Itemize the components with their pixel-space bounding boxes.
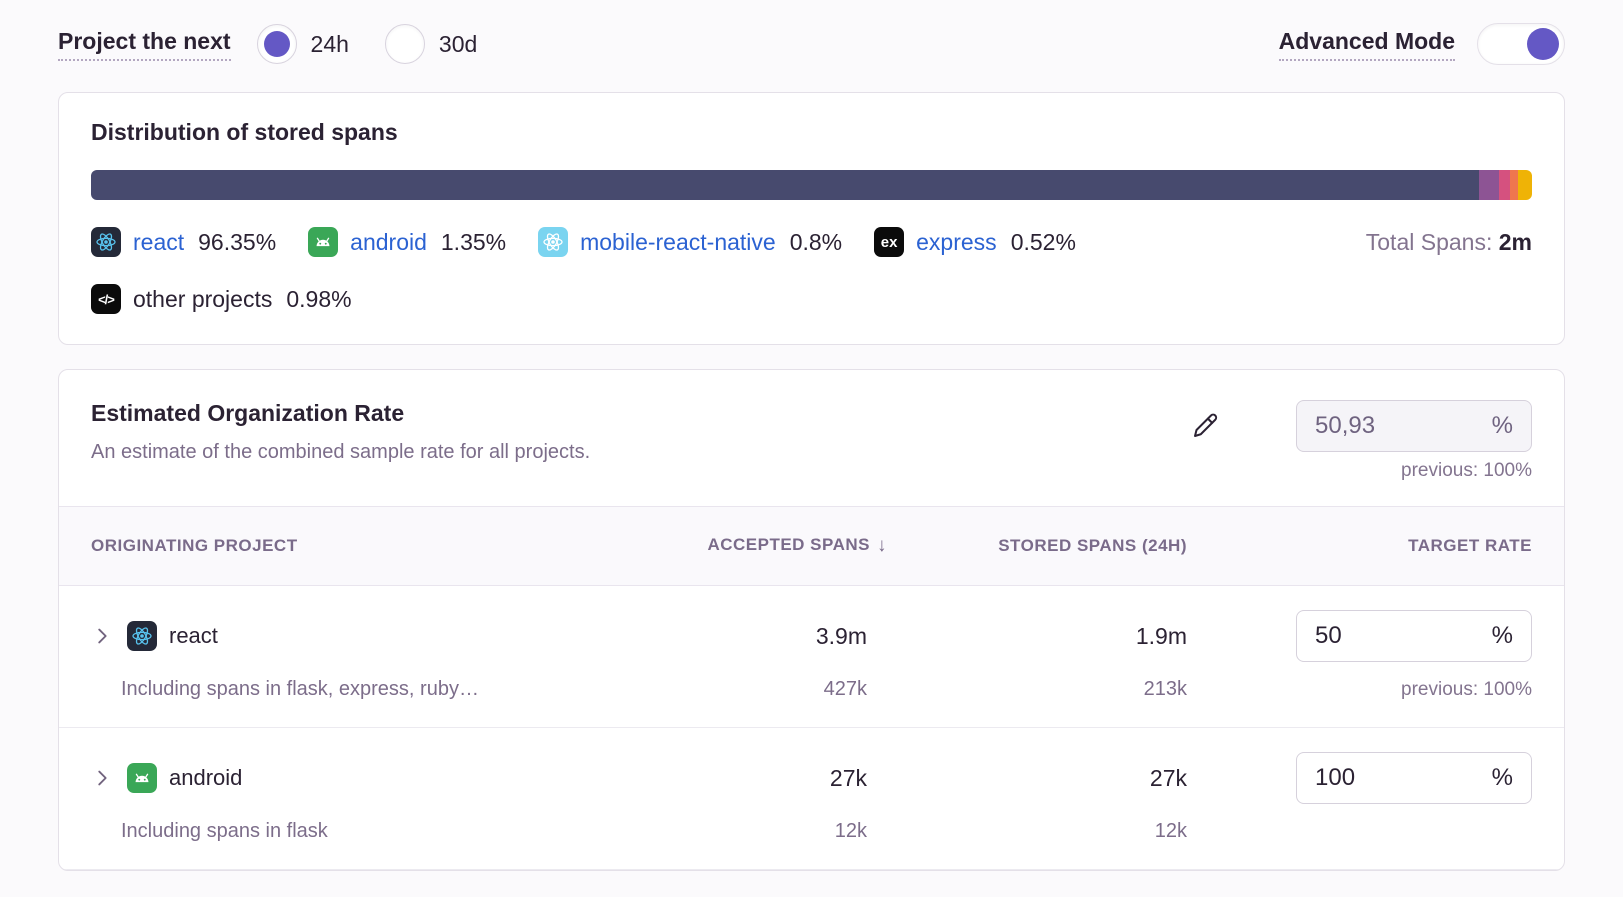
sort-descending-icon: ↓ xyxy=(877,535,887,557)
org-rate-controls: 50,93 % previous: 100% xyxy=(1190,400,1532,482)
sub-accepted-value: 12k xyxy=(637,820,887,843)
react-icon xyxy=(91,227,121,257)
projection-controls: Project the next 24h 30d Advanced Mode xyxy=(58,20,1565,68)
radio-selected-dot xyxy=(264,31,290,57)
legend-item-express: ex express 0.52% xyxy=(874,227,1076,257)
radio-option-30d[interactable]: 30d xyxy=(385,24,477,64)
org-rate-value: 50,93 xyxy=(1315,412,1375,440)
target-rate-input[interactable]: 50 % xyxy=(1296,610,1532,662)
radio-30d-label: 30d xyxy=(439,31,477,58)
bar-segment-mobile-react-native[interactable] xyxy=(1499,170,1511,200)
org-rate-text: Estimated Organization Rate An estimate … xyxy=(91,400,590,464)
project-name: react xyxy=(169,623,218,649)
legend-row-1: react 96.35% android 1.35% mobile-react-nati… xyxy=(91,227,1532,257)
sub-stored-value: 213k xyxy=(887,678,1187,701)
period-radio-group: 24h 30d xyxy=(257,24,478,64)
accepted-spans-value: 27k xyxy=(637,765,887,792)
react-native-icon xyxy=(538,227,568,257)
project-cell: android xyxy=(91,763,637,793)
column-header-label: ACCEPTED SPANS xyxy=(707,535,870,557)
advanced-mode-toggle[interactable] xyxy=(1477,23,1565,65)
android-icon xyxy=(308,227,338,257)
target-rate-value: 50 xyxy=(1315,622,1342,650)
bar-segment-react[interactable] xyxy=(91,170,1479,200)
stored-spans-value: 27k xyxy=(887,765,1187,792)
total-spans-value: 2m xyxy=(1499,229,1532,255)
chevron-right-icon[interactable] xyxy=(91,625,113,647)
legend-percentage: 0.52% xyxy=(1011,229,1076,256)
target-rate-value: 100 xyxy=(1315,764,1355,792)
radio-24h-circle[interactable] xyxy=(257,24,297,64)
column-header-target-rate: TARGET RATE xyxy=(1187,536,1532,556)
legend-item-android: android 1.35% xyxy=(308,227,506,257)
previous-rate-label: previous: 100% xyxy=(1187,679,1532,701)
toggle-knob xyxy=(1527,28,1559,60)
bar-segment-express[interactable] xyxy=(1510,170,1517,200)
radio-option-24h[interactable]: 24h xyxy=(257,24,349,64)
target-rate-input[interactable]: 100 % xyxy=(1296,752,1532,804)
legend-project-link[interactable]: mobile-react-native xyxy=(580,229,776,256)
code-icon: </> xyxy=(91,284,121,314)
included-spans-note: Including spans in flask xyxy=(91,820,637,843)
legend-item-react: react 96.35% xyxy=(91,227,276,257)
included-spans-note: Including spans in flask, express, ruby… xyxy=(91,678,637,701)
legend-project-link[interactable]: react xyxy=(133,229,184,256)
column-header-stored-spans: STORED SPANS (24H) xyxy=(887,536,1187,556)
bar-segment-android[interactable] xyxy=(1479,170,1498,200)
bar-segment-other-projects[interactable] xyxy=(1518,170,1532,200)
project-name: android xyxy=(169,765,242,791)
org-rate-input[interactable]: 50,93 % xyxy=(1296,400,1532,452)
column-header-accepted-spans[interactable]: ACCEPTED SPANS ↓ xyxy=(637,535,887,557)
legend-project-link[interactable]: android xyxy=(350,229,427,256)
advanced-mode-label: Advanced Mode xyxy=(1279,28,1455,61)
legend-percentage: 0.98% xyxy=(286,286,351,313)
sub-stored-value: 12k xyxy=(887,820,1187,843)
org-rate-title: Estimated Organization Rate xyxy=(91,400,590,427)
org-rate-header: Estimated Organization Rate An estimate … xyxy=(59,370,1564,506)
android-icon xyxy=(127,763,157,793)
percent-suffix: % xyxy=(1492,764,1513,792)
org-rate-card: Estimated Organization Rate An estimate … xyxy=(58,369,1565,871)
distribution-card: Distribution of stored spans react 96.35%… xyxy=(58,92,1565,345)
radio-30d-circle[interactable] xyxy=(385,24,425,64)
total-spans: Total Spans: 2m xyxy=(1366,229,1532,256)
project-cell: react xyxy=(91,621,637,651)
table-header-row: ORIGINATING PROJECT ACCEPTED SPANS ↓ STO… xyxy=(59,506,1564,586)
table-row-react: react 3.9m 1.9m 50 % Including spans in … xyxy=(59,586,1564,728)
legend-row-2: </> other projects 0.98% xyxy=(91,284,1532,314)
edit-pencil-icon[interactable] xyxy=(1190,411,1220,441)
org-rate-subtitle: An estimate of the combined sample rate … xyxy=(91,441,590,464)
legend-percentage: 96.35% xyxy=(198,229,276,256)
legend-project-link: other projects xyxy=(133,286,272,313)
legend-item-other-projects: </> other projects 0.98% xyxy=(91,284,352,314)
legend-percentage: 0.8% xyxy=(790,229,842,256)
table-row-android: android 27k 27k 100 % Including spans in… xyxy=(59,728,1564,870)
percent-suffix: % xyxy=(1492,412,1513,440)
percent-suffix: % xyxy=(1492,622,1513,650)
legend-item-mobile-react-native: mobile-react-native 0.8% xyxy=(538,227,842,257)
distribution-title: Distribution of stored spans xyxy=(91,119,1532,146)
project-next-label: Project the next xyxy=(58,28,231,61)
distribution-stacked-bar xyxy=(91,170,1532,200)
radio-24h-label: 24h xyxy=(311,31,349,58)
express-icon: ex xyxy=(874,227,904,257)
column-header-originating-project: ORIGINATING PROJECT xyxy=(91,536,637,556)
table-body: react 3.9m 1.9m 50 % Including spans in … xyxy=(59,586,1564,870)
stored-spans-value: 1.9m xyxy=(887,623,1187,650)
total-spans-label: Total Spans: xyxy=(1366,229,1493,255)
sampling-settings-page: Project the next 24h 30d Advanced Mode D… xyxy=(0,0,1623,897)
org-rate-previous: previous: 100% xyxy=(1401,460,1532,482)
chevron-right-icon[interactable] xyxy=(91,767,113,789)
legend-project-link[interactable]: express xyxy=(916,229,997,256)
accepted-spans-value: 3.9m xyxy=(637,623,887,650)
sub-accepted-value: 427k xyxy=(637,678,887,701)
react-icon xyxy=(127,621,157,651)
legend-percentage: 1.35% xyxy=(441,229,506,256)
